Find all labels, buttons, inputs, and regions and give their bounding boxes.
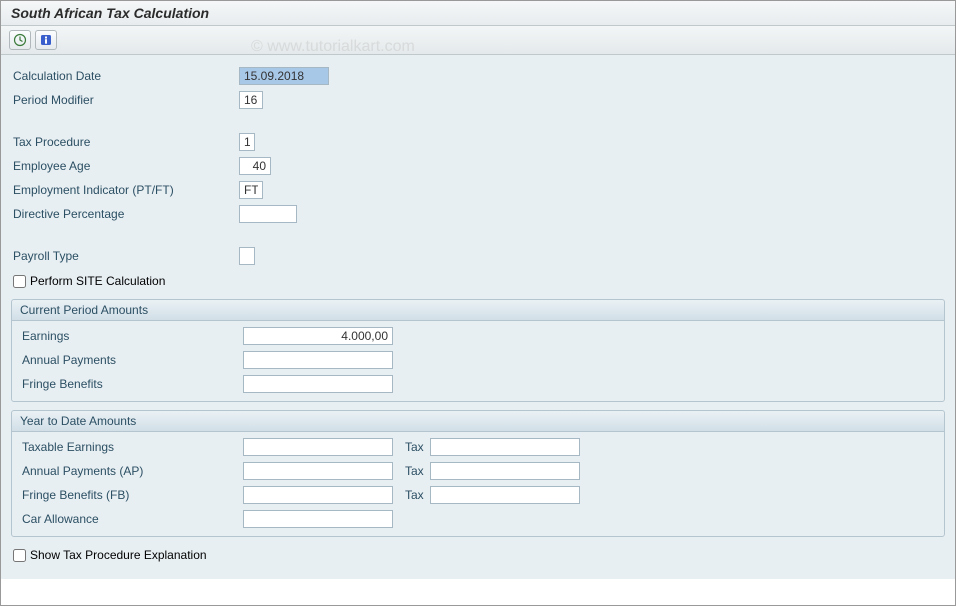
period-modifier-input[interactable] <box>239 91 263 109</box>
perform-site-checkbox[interactable] <box>13 275 26 288</box>
earnings-input[interactable] <box>243 327 393 345</box>
employee-age-input[interactable] <box>239 157 271 175</box>
tax-procedure-input[interactable] <box>239 133 255 151</box>
employment-indicator-input[interactable] <box>239 181 263 199</box>
ytd-header: Year to Date Amounts <box>12 411 944 432</box>
calculation-date-label: Calculation Date <box>9 69 239 83</box>
employment-indicator-label: Employment Indicator (PT/FT) <box>9 183 239 197</box>
ytd-taxable-earnings-label: Taxable Earnings <box>18 440 243 454</box>
fringe-benefits-row: Fringe Benefits <box>18 373 938 395</box>
execute-button[interactable] <box>9 30 31 50</box>
payroll-type-row: Payroll Type <box>9 245 947 267</box>
directive-percentage-label: Directive Percentage <box>9 207 239 221</box>
ytd-car-allowance-row: Car Allowance <box>18 508 938 530</box>
tax-procedure-row: Tax Procedure <box>9 131 947 153</box>
current-period-group: Current Period Amounts Earnings Annual P… <box>11 299 945 402</box>
info-button[interactable] <box>35 30 57 50</box>
title-bar: South African Tax Calculation <box>1 1 955 26</box>
employee-age-label: Employee Age <box>9 159 239 173</box>
ytd-car-allowance-input[interactable] <box>243 510 393 528</box>
employment-indicator-row: Employment Indicator (PT/FT) <box>9 179 947 201</box>
ytd-group: Year to Date Amounts Taxable Earnings Ta… <box>11 410 945 537</box>
earnings-label: Earnings <box>18 329 243 343</box>
ytd-fringe-benefits-label: Fringe Benefits (FB) <box>18 488 243 502</box>
ytd-taxable-earnings-tax-input[interactable] <box>430 438 580 456</box>
ytd-fringe-benefits-row: Fringe Benefits (FB) Tax <box>18 484 938 506</box>
toolbar: © www.tutorialkart.com <box>1 26 955 55</box>
ytd-taxable-earnings-input[interactable] <box>243 438 393 456</box>
employee-age-row: Employee Age <box>9 155 947 177</box>
fringe-benefits-input[interactable] <box>243 375 393 393</box>
annual-payments-label: Annual Payments <box>18 353 243 367</box>
show-explanation-checkbox[interactable] <box>13 549 26 562</box>
annual-payments-row: Annual Payments <box>18 349 938 371</box>
page-title: South African Tax Calculation <box>11 5 209 21</box>
payroll-type-label: Payroll Type <box>9 249 239 263</box>
ytd-taxable-earnings-row: Taxable Earnings Tax <box>18 436 938 458</box>
current-period-header: Current Period Amounts <box>12 300 944 321</box>
tax-procedure-label: Tax Procedure <box>9 135 239 149</box>
annual-payments-input[interactable] <box>243 351 393 369</box>
ytd-car-allowance-label: Car Allowance <box>18 512 243 526</box>
ytd-annual-payments-tax-label: Tax <box>405 464 424 478</box>
ytd-annual-payments-input[interactable] <box>243 462 393 480</box>
calculation-date-row: Calculation Date <box>9 65 947 87</box>
perform-site-label: Perform SITE Calculation <box>30 274 165 288</box>
payroll-type-input[interactable] <box>239 247 255 265</box>
calculation-date-input[interactable] <box>239 67 329 85</box>
ytd-annual-payments-row: Annual Payments (AP) Tax <box>18 460 938 482</box>
content-area: Calculation Date Period Modifier Tax Pro… <box>1 55 955 579</box>
directive-percentage-input[interactable] <box>239 205 297 223</box>
clock-execute-icon <box>13 33 27 47</box>
period-modifier-row: Period Modifier <box>9 89 947 111</box>
show-explanation-label: Show Tax Procedure Explanation <box>30 548 207 562</box>
ytd-annual-payments-tax-input[interactable] <box>430 462 580 480</box>
show-explanation-row: Show Tax Procedure Explanation <box>9 545 947 565</box>
earnings-row: Earnings <box>18 325 938 347</box>
perform-site-row: Perform SITE Calculation <box>9 271 947 291</box>
info-icon <box>39 33 53 47</box>
fringe-benefits-label: Fringe Benefits <box>18 377 243 391</box>
ytd-fringe-benefits-tax-label: Tax <box>405 488 424 502</box>
period-modifier-label: Period Modifier <box>9 93 239 107</box>
ytd-taxable-earnings-tax-label: Tax <box>405 440 424 454</box>
ytd-fringe-benefits-tax-input[interactable] <box>430 486 580 504</box>
watermark: © www.tutorialkart.com <box>251 38 415 56</box>
ytd-fringe-benefits-input[interactable] <box>243 486 393 504</box>
ytd-annual-payments-label: Annual Payments (AP) <box>18 464 243 478</box>
directive-percentage-row: Directive Percentage <box>9 203 947 225</box>
